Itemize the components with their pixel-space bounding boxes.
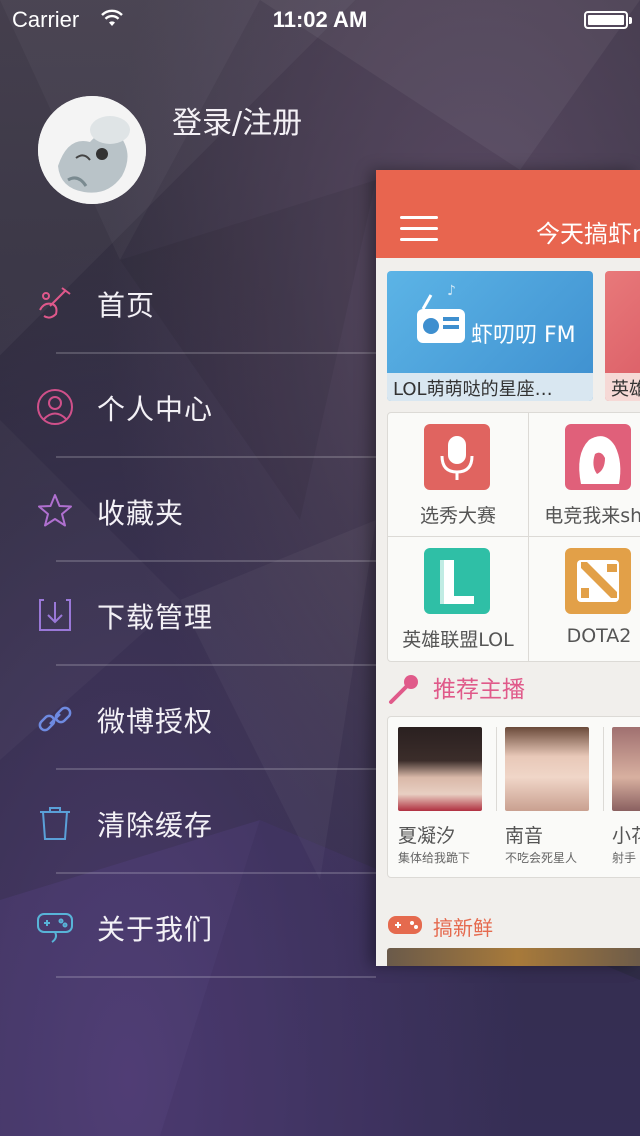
menu-label: 收藏夹 bbox=[97, 497, 185, 530]
section-title: 搞新鲜 bbox=[433, 916, 493, 940]
dota-logo-icon bbox=[565, 548, 631, 614]
menu-label: 清除缓存 bbox=[97, 809, 214, 842]
menu-label: 微博授权 bbox=[97, 705, 214, 738]
anchor-name: 夏凝汐 bbox=[398, 825, 456, 847]
anchor-name: 小花 bbox=[612, 825, 640, 847]
person-icon bbox=[37, 389, 73, 425]
link-icon bbox=[38, 706, 72, 732]
category-name: 英雄联盟LOL bbox=[402, 629, 514, 651]
anchor-desc: 射手 bbox=[612, 851, 637, 865]
menu-item-weibo-auth[interactable]: 微博授权 bbox=[0, 666, 376, 770]
side-menu: 首页 个人中心 收藏夹 下载管理 微博授权 清除缓存 关于我们 bbox=[0, 250, 376, 978]
anchor-desc: 不吃会死星人 bbox=[505, 851, 578, 865]
star-icon bbox=[38, 494, 72, 527]
anchor-card[interactable]: 小花 射手 bbox=[612, 727, 640, 867]
category-name: 选秀大赛 bbox=[419, 505, 496, 527]
fresh-content-preview[interactable] bbox=[387, 948, 640, 966]
banner-caption: 英雄 bbox=[605, 373, 640, 401]
anchor-photo bbox=[612, 727, 640, 811]
download-icon bbox=[39, 599, 71, 631]
avatar[interactable] bbox=[38, 96, 146, 204]
anchor-photo bbox=[505, 727, 589, 811]
page-title: 今天搞虾m bbox=[536, 220, 640, 248]
menu-item-clear-cache[interactable]: 清除缓存 bbox=[0, 770, 376, 874]
battery-icon bbox=[584, 11, 632, 29]
category-name: 电竞我来sho bbox=[544, 505, 640, 527]
trash-icon bbox=[40, 807, 70, 840]
svg-text:♪: ♪ bbox=[447, 283, 456, 299]
menu-label: 关于我们 bbox=[97, 913, 214, 946]
category-grid: 选秀大赛 电竞我来sho 英雄联盟LOL bbox=[387, 412, 640, 662]
anchor-photo bbox=[398, 727, 482, 811]
music-instrument-icon bbox=[39, 287, 71, 319]
menu-item-favorites[interactable]: 收藏夹 bbox=[0, 458, 376, 562]
section-title: 推荐主播 bbox=[433, 677, 525, 703]
menu-item-downloads[interactable]: 下载管理 bbox=[0, 562, 376, 666]
anchor-card[interactable]: 夏凝汐 集体给我跪下 bbox=[398, 727, 503, 867]
category-name: DOTA2 bbox=[566, 625, 632, 647]
divider bbox=[56, 976, 376, 978]
menu-item-about[interactable]: 关于我们 bbox=[0, 874, 376, 978]
menu-item-home[interactable]: 首页 bbox=[0, 250, 376, 354]
gamepad-icon bbox=[388, 916, 422, 934]
nav-bar: 今天搞虾m bbox=[376, 170, 640, 258]
anchor-desc: 集体给我跪下 bbox=[398, 851, 471, 865]
category-lol[interactable]: 英雄联盟LOL bbox=[388, 537, 528, 660]
login-register-link[interactable]: 登录/注册 bbox=[172, 98, 302, 142]
banner-caption: LOL萌萌哒的星座… bbox=[387, 373, 593, 401]
girl-silhouette-icon bbox=[565, 424, 631, 490]
microphone-icon bbox=[389, 675, 418, 704]
category-esports-show[interactable]: 电竞我来sho bbox=[529, 413, 640, 536]
status-bar: Carrier 11:02 AM bbox=[0, 0, 640, 40]
menu-label: 下载管理 bbox=[97, 601, 214, 634]
menu-label: 首页 bbox=[97, 289, 156, 322]
category-talent-show[interactable]: 选秀大赛 bbox=[388, 413, 528, 536]
fm-brand: 虾叨叨 FM bbox=[471, 323, 576, 348]
avatar-mascot-icon bbox=[38, 96, 146, 204]
menu-label: 个人中心 bbox=[97, 393, 214, 426]
lol-logo-icon bbox=[424, 548, 490, 614]
anchor-name: 南音 bbox=[505, 825, 544, 847]
banner-hero[interactable]: 英雄 bbox=[605, 271, 640, 401]
menu-item-profile[interactable]: 个人中心 bbox=[0, 354, 376, 458]
anchor-list: 夏凝汐 集体给我跪下 南音 不吃会死星人 小花 射手 bbox=[387, 716, 640, 878]
banner-fm[interactable]: ♪ 虾叨叨 FM LOL萌萌哒的星座… bbox=[387, 271, 593, 401]
gamepad-icon bbox=[37, 913, 73, 943]
category-dota2[interactable]: DOTA2 bbox=[529, 537, 640, 660]
menu-toggle-button[interactable] bbox=[400, 216, 438, 242]
anchor-card[interactable]: 南音 不吃会死星人 bbox=[505, 727, 610, 867]
microphone-icon bbox=[424, 424, 490, 490]
home-panel[interactable]: 今天搞虾m ♪ 虾叨叨 FM LOL萌萌哒的星座… 英雄 选秀大赛 bbox=[376, 170, 640, 966]
clock: 11:02 AM bbox=[272, 7, 368, 32]
